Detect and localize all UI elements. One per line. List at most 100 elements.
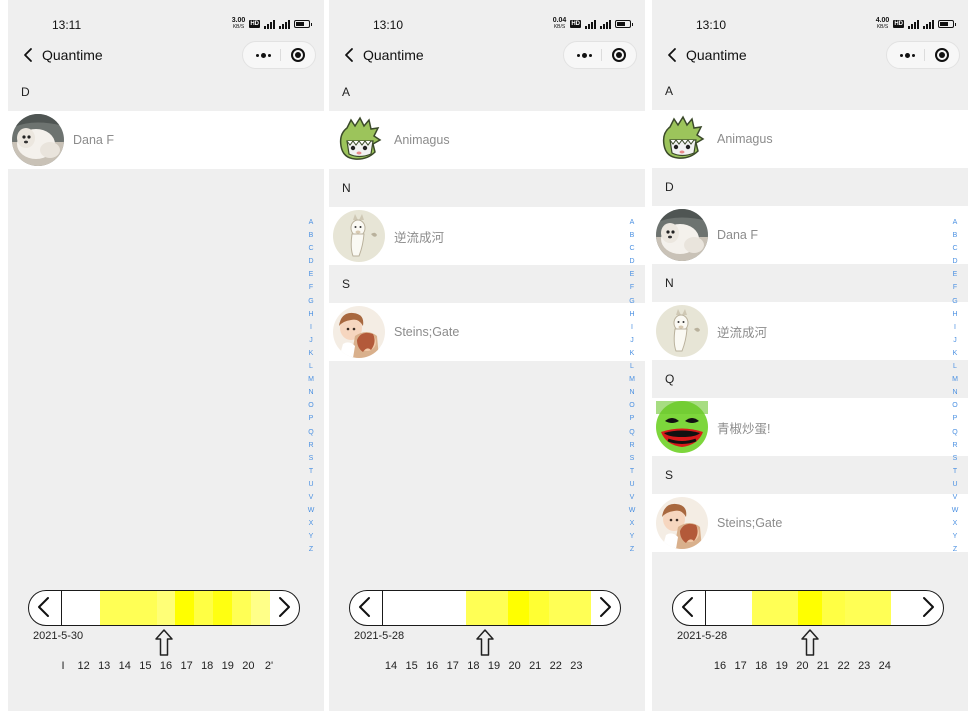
index-letter[interactable]: W <box>627 504 637 517</box>
index-letter[interactable]: Q <box>950 426 960 439</box>
index-letter[interactable]: B <box>306 229 316 242</box>
index-letter[interactable]: Y <box>306 530 316 543</box>
contact-row[interactable]: 逆流成河 <box>652 302 968 360</box>
index-letter[interactable]: K <box>950 347 960 360</box>
close-mini-program-icon[interactable] <box>935 48 949 62</box>
index-letter[interactable]: S <box>306 452 316 465</box>
contact-row[interactable]: Steins;Gate <box>329 303 645 361</box>
index-letter[interactable]: Z <box>950 543 960 556</box>
index-letter[interactable]: A <box>950 216 960 229</box>
index-letter[interactable]: D <box>950 255 960 268</box>
index-letter[interactable]: J <box>627 334 637 347</box>
timeline-next-button[interactable] <box>589 590 621 624</box>
index-letter[interactable]: B <box>950 229 960 242</box>
back-chevron-icon[interactable] <box>664 46 682 64</box>
index-letter[interactable]: M <box>306 373 316 386</box>
index-letter[interactable]: N <box>306 386 316 399</box>
index-letter[interactable]: C <box>950 242 960 255</box>
more-options-icon[interactable] <box>568 42 600 68</box>
index-letter[interactable]: K <box>627 347 637 360</box>
index-letter[interactable]: V <box>950 491 960 504</box>
index-letter[interactable]: J <box>306 334 316 347</box>
index-letter[interactable]: O <box>950 399 960 412</box>
index-letter[interactable]: M <box>627 373 637 386</box>
index-letter[interactable]: I <box>950 321 960 334</box>
index-letter[interactable]: X <box>306 517 316 530</box>
index-letter[interactable]: H <box>950 308 960 321</box>
index-letter[interactable]: A <box>306 216 316 229</box>
index-letter[interactable]: Y <box>627 530 637 543</box>
index-letter[interactable]: E <box>306 268 316 281</box>
contact-row[interactable]: 逆流成河 <box>329 207 645 265</box>
index-letter[interactable]: P <box>950 412 960 425</box>
timeline-next-button[interactable] <box>912 590 944 624</box>
index-letter[interactable]: A <box>627 216 637 229</box>
index-letter[interactable]: U <box>950 478 960 491</box>
index-letter[interactable]: D <box>306 255 316 268</box>
more-options-icon[interactable] <box>247 42 279 68</box>
index-letter[interactable]: U <box>627 478 637 491</box>
index-letter[interactable]: T <box>627 465 637 478</box>
index-letter[interactable]: G <box>627 295 637 308</box>
index-letter[interactable]: G <box>306 295 316 308</box>
index-letter[interactable]: L <box>627 360 637 373</box>
index-letter[interactable]: Y <box>950 530 960 543</box>
index-letter[interactable]: I <box>627 321 637 334</box>
index-letter[interactable]: Z <box>627 543 637 556</box>
index-letter[interactable]: M <box>950 373 960 386</box>
index-letter[interactable]: V <box>627 491 637 504</box>
contact-row[interactable]: Dana F <box>652 206 968 264</box>
index-letter[interactable]: V <box>306 491 316 504</box>
timeline-heat-strip[interactable] <box>382 591 592 625</box>
timeline-prev-button[interactable] <box>672 590 704 624</box>
index-letter[interactable]: P <box>627 412 637 425</box>
timeline-next-button[interactable] <box>268 590 300 624</box>
more-options-icon[interactable] <box>891 42 923 68</box>
index-letter[interactable]: J <box>950 334 960 347</box>
index-letter[interactable]: N <box>627 386 637 399</box>
index-letter[interactable]: X <box>950 517 960 530</box>
timeline-heat-strip[interactable] <box>61 591 271 625</box>
index-letter[interactable]: B <box>627 229 637 242</box>
index-letter[interactable]: Q <box>627 426 637 439</box>
contact-row[interactable]: 青椒炒蛋! <box>652 398 968 456</box>
index-letter[interactable]: L <box>950 360 960 373</box>
index-letter[interactable]: S <box>627 452 637 465</box>
index-letter[interactable]: Q <box>306 426 316 439</box>
index-letter[interactable]: R <box>950 439 960 452</box>
index-letter[interactable]: C <box>627 242 637 255</box>
index-letter[interactable]: P <box>306 412 316 425</box>
contact-row[interactable]: Animagus <box>329 111 645 169</box>
index-letter[interactable]: I <box>306 321 316 334</box>
index-letter[interactable]: W <box>306 504 316 517</box>
index-letter[interactable]: K <box>306 347 316 360</box>
index-letter[interactable]: F <box>627 281 637 294</box>
index-letter[interactable]: O <box>306 399 316 412</box>
index-letter[interactable]: Z <box>306 543 316 556</box>
timeline-heat-strip[interactable] <box>705 591 915 625</box>
back-chevron-icon[interactable] <box>20 46 38 64</box>
index-letter[interactable]: C <box>306 242 316 255</box>
contact-row[interactable]: Dana F <box>8 111 324 169</box>
index-letter[interactable]: G <box>950 295 960 308</box>
index-letter[interactable]: T <box>306 465 316 478</box>
index-letter[interactable]: W <box>950 504 960 517</box>
index-letter[interactable]: U <box>306 478 316 491</box>
index-letter[interactable]: N <box>950 386 960 399</box>
index-letter[interactable]: L <box>306 360 316 373</box>
index-letter[interactable]: E <box>627 268 637 281</box>
index-letter[interactable]: X <box>627 517 637 530</box>
contact-row[interactable]: Steins;Gate <box>652 494 968 552</box>
index-letter[interactable]: T <box>950 465 960 478</box>
index-letter[interactable]: R <box>627 439 637 452</box>
index-letter[interactable]: S <box>950 452 960 465</box>
index-letter[interactable]: O <box>627 399 637 412</box>
timeline-prev-button[interactable] <box>349 590 381 624</box>
timeline-prev-button[interactable] <box>28 590 60 624</box>
index-letter[interactable]: R <box>306 439 316 452</box>
close-mini-program-icon[interactable] <box>291 48 305 62</box>
contact-row[interactable]: Animagus <box>652 110 968 168</box>
index-letter[interactable]: H <box>627 308 637 321</box>
index-letter[interactable]: F <box>306 281 316 294</box>
index-letter[interactable]: F <box>950 281 960 294</box>
